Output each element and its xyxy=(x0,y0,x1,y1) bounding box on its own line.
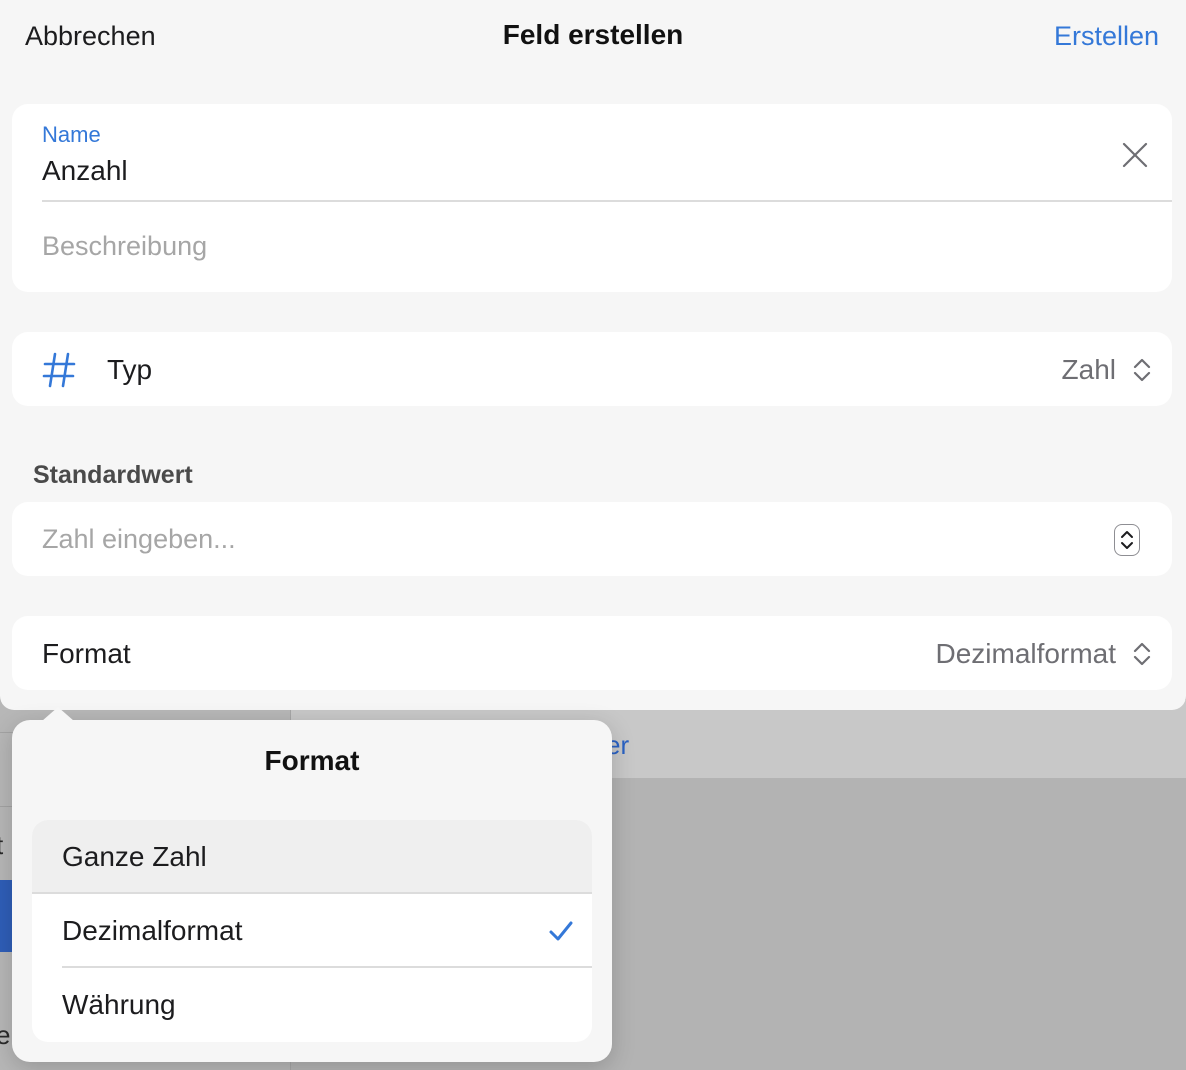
field-divider xyxy=(42,200,1172,202)
background-text-fragment: e xyxy=(0,1020,11,1050)
sheet-title: Feld erstellen xyxy=(502,19,684,50)
format-popover: Format Ganze Zahl Dezimalformat Währung xyxy=(12,707,612,1062)
popover-arrow xyxy=(42,707,74,721)
chevron-up-down-icon xyxy=(1133,358,1151,382)
chevron-up-down-icon xyxy=(1133,642,1151,666)
format-option-ganze-zahl[interactable]: Ganze Zahl xyxy=(32,820,592,894)
create-field-sheet: Abbrechen Feld erstellen Erstellen Name … xyxy=(0,0,1186,710)
type-label: Typ xyxy=(107,354,153,385)
type-row[interactable]: Typ Zahl xyxy=(12,332,1172,406)
name-field-label: Name xyxy=(42,122,101,147)
description-input[interactable] xyxy=(42,230,1042,262)
type-value: Zahl xyxy=(1061,354,1116,385)
default-value-card xyxy=(12,502,1172,576)
format-option-list: Ganze Zahl Dezimalformat Währung xyxy=(32,820,592,1042)
close-icon[interactable] xyxy=(1120,140,1150,170)
format-value: Dezimalformat xyxy=(935,638,1116,669)
name-input[interactable] xyxy=(42,154,1042,188)
name-card: Name xyxy=(12,104,1172,292)
option-label: Dezimalformat xyxy=(62,915,243,946)
create-button[interactable]: Erstellen xyxy=(1054,20,1159,52)
default-value-header: Standardwert xyxy=(33,461,193,489)
default-value-input[interactable] xyxy=(42,522,1042,556)
format-label: Format xyxy=(42,638,131,669)
popover-title: Format xyxy=(264,745,360,776)
background-text-fragment: t xyxy=(0,830,3,860)
stepper-icon[interactable] xyxy=(1114,524,1140,556)
hash-icon xyxy=(42,352,76,388)
option-label: Ganze Zahl xyxy=(62,841,207,872)
format-option-waehrung[interactable]: Währung xyxy=(32,968,592,1042)
background-selected-row xyxy=(0,880,12,952)
format-row[interactable]: Format Dezimalformat xyxy=(12,616,1172,690)
checkmark-icon xyxy=(549,921,573,941)
format-option-dezimalformat[interactable]: Dezimalformat xyxy=(32,894,592,968)
option-label: Währung xyxy=(62,989,176,1020)
navigation-bar: Abbrechen Feld erstellen Erstellen xyxy=(0,0,1186,72)
